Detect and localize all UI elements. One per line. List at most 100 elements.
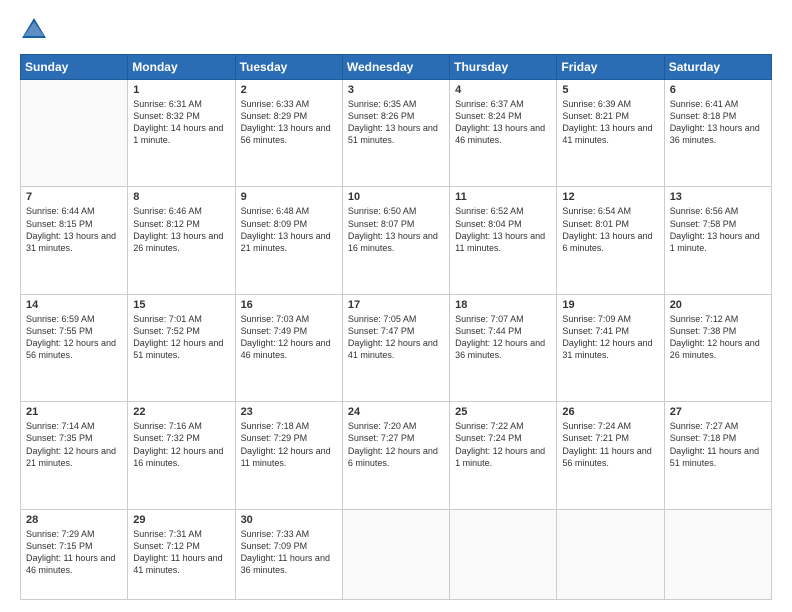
calendar-cell: 21 Sunrise: 7:14 AMSunset: 7:35 PMDayligh… xyxy=(21,402,128,509)
cell-info: Sunrise: 6:35 AMSunset: 8:26 PMDaylight:… xyxy=(348,98,444,147)
cell-info: Sunrise: 7:24 AMSunset: 7:21 PMDaylight:… xyxy=(562,420,658,469)
calendar-header-friday: Friday xyxy=(557,55,664,80)
calendar-header-sunday: Sunday xyxy=(21,55,128,80)
day-number: 27 xyxy=(670,406,766,418)
cell-info: Sunrise: 7:05 AMSunset: 7:47 PMDaylight:… xyxy=(348,313,444,362)
day-number: 20 xyxy=(670,299,766,311)
logo-icon xyxy=(20,16,48,44)
day-number: 18 xyxy=(455,299,551,311)
day-number: 26 xyxy=(562,406,658,418)
page: SundayMondayTuesdayWednesdayThursdayFrid… xyxy=(0,0,792,612)
calendar-week-3: 14 Sunrise: 6:59 AMSunset: 7:55 PMDayligh… xyxy=(21,294,772,401)
cell-info: Sunrise: 6:48 AMSunset: 8:09 PMDaylight:… xyxy=(241,205,337,254)
day-number: 3 xyxy=(348,84,444,96)
calendar-cell: 10 Sunrise: 6:50 AMSunset: 8:07 PMDayligh… xyxy=(342,187,449,294)
calendar-cell: 22Sunrise: 7:16 AMSunset: 7:32 PMDayligh… xyxy=(128,402,235,509)
day-number: 29 xyxy=(133,514,229,526)
calendar-header-row: SundayMondayTuesdayWednesdayThursdayFrid… xyxy=(21,55,772,80)
cell-info: Sunrise: 7:12 AMSunset: 7:38 PMDaylight:… xyxy=(670,313,766,362)
calendar-cell: 5 Sunrise: 6:39 AMSunset: 8:21 PMDaylight… xyxy=(557,80,664,187)
calendar-cell: 4 Sunrise: 6:37 AMSunset: 8:24 PMDaylight… xyxy=(450,80,557,187)
calendar-cell xyxy=(342,509,449,599)
calendar-header-wednesday: Wednesday xyxy=(342,55,449,80)
day-number: 6 xyxy=(670,84,766,96)
cell-info: Sunrise: 7:14 AMSunset: 7:35 PMDaylight:… xyxy=(26,420,122,469)
cell-info: Sunrise: 7:07 AMSunset: 7:44 PMDaylight:… xyxy=(455,313,551,362)
cell-info: Sunrise: 7:33 AMSunset: 7:09 PMDaylight:… xyxy=(241,528,337,577)
calendar-cell: 16 Sunrise: 7:03 AMSunset: 7:49 PMDayligh… xyxy=(235,294,342,401)
calendar-cell: 24 Sunrise: 7:20 AMSunset: 7:27 PMDayligh… xyxy=(342,402,449,509)
cell-info: Sunrise: 7:16 AMSunset: 7:32 PMDaylight:… xyxy=(133,420,229,469)
day-number: 2 xyxy=(241,84,337,96)
calendar-week-4: 21 Sunrise: 7:14 AMSunset: 7:35 PMDayligh… xyxy=(21,402,772,509)
day-number: 8 xyxy=(133,191,229,203)
calendar-cell: 13 Sunrise: 6:56 AMSunset: 7:58 PMDayligh… xyxy=(664,187,771,294)
calendar-cell xyxy=(450,509,557,599)
calendar-week-5: 28 Sunrise: 7:29 AMSunset: 7:15 PMDayligh… xyxy=(21,509,772,599)
calendar-header-tuesday: Tuesday xyxy=(235,55,342,80)
calendar-cell: 11 Sunrise: 6:52 AMSunset: 8:04 PMDayligh… xyxy=(450,187,557,294)
day-number: 16 xyxy=(241,299,337,311)
cell-info: Sunrise: 6:33 AMSunset: 8:29 PMDaylight:… xyxy=(241,98,337,147)
day-number: 5 xyxy=(562,84,658,96)
day-number: 28 xyxy=(26,514,122,526)
calendar-cell: 28 Sunrise: 7:29 AMSunset: 7:15 PMDayligh… xyxy=(21,509,128,599)
calendar-cell: 1Sunrise: 6:31 AMSunset: 8:32 PMDaylight… xyxy=(128,80,235,187)
day-number: 9 xyxy=(241,191,337,203)
day-number: 10 xyxy=(348,191,444,203)
day-number: 13 xyxy=(670,191,766,203)
day-number: 12 xyxy=(562,191,658,203)
cell-info: Sunrise: 6:37 AMSunset: 8:24 PMDaylight:… xyxy=(455,98,551,147)
cell-info: Sunrise: 6:50 AMSunset: 8:07 PMDaylight:… xyxy=(348,205,444,254)
cell-info: Sunrise: 7:31 AMSunset: 7:12 PMDaylight:… xyxy=(133,528,229,577)
calendar-cell: 14 Sunrise: 6:59 AMSunset: 7:55 PMDayligh… xyxy=(21,294,128,401)
cell-info: Sunrise: 7:09 AMSunset: 7:41 PMDaylight:… xyxy=(562,313,658,362)
logo xyxy=(20,16,52,44)
day-number: 7 xyxy=(26,191,122,203)
cell-info: Sunrise: 7:22 AMSunset: 7:24 PMDaylight:… xyxy=(455,420,551,469)
calendar-cell: 26 Sunrise: 7:24 AMSunset: 7:21 PMDayligh… xyxy=(557,402,664,509)
cell-info: Sunrise: 6:44 AMSunset: 8:15 PMDaylight:… xyxy=(26,205,122,254)
calendar-cell: 20 Sunrise: 7:12 AMSunset: 7:38 PMDayligh… xyxy=(664,294,771,401)
calendar-week-1: 1Sunrise: 6:31 AMSunset: 8:32 PMDaylight… xyxy=(21,80,772,187)
cell-info: Sunrise: 7:18 AMSunset: 7:29 PMDaylight:… xyxy=(241,420,337,469)
day-number: 30 xyxy=(241,514,337,526)
day-number: 19 xyxy=(562,299,658,311)
calendar-cell: 17 Sunrise: 7:05 AMSunset: 7:47 PMDayligh… xyxy=(342,294,449,401)
calendar-cell: 7 Sunrise: 6:44 AMSunset: 8:15 PMDaylight… xyxy=(21,187,128,294)
cell-info: Sunrise: 7:29 AMSunset: 7:15 PMDaylight:… xyxy=(26,528,122,577)
day-number: 15 xyxy=(133,299,229,311)
calendar-cell: 30 Sunrise: 7:33 AMSunset: 7:09 PMDayligh… xyxy=(235,509,342,599)
cell-info: Sunrise: 6:46 AMSunset: 8:12 PMDaylight:… xyxy=(133,205,229,254)
calendar-cell: 3 Sunrise: 6:35 AMSunset: 8:26 PMDaylight… xyxy=(342,80,449,187)
cell-info: Sunrise: 7:03 AMSunset: 7:49 PMDaylight:… xyxy=(241,313,337,362)
day-number: 11 xyxy=(455,191,551,203)
calendar-cell: 8 Sunrise: 6:46 AMSunset: 8:12 PMDaylight… xyxy=(128,187,235,294)
calendar-header-thursday: Thursday xyxy=(450,55,557,80)
cell-info: Sunrise: 7:20 AMSunset: 7:27 PMDaylight:… xyxy=(348,420,444,469)
cell-info: Sunrise: 6:39 AMSunset: 8:21 PMDaylight:… xyxy=(562,98,658,147)
cell-info: Sunrise: 6:59 AMSunset: 7:55 PMDaylight:… xyxy=(26,313,122,362)
cell-info: Sunrise: 6:52 AMSunset: 8:04 PMDaylight:… xyxy=(455,205,551,254)
calendar-cell: 25 Sunrise: 7:22 AMSunset: 7:24 PMDayligh… xyxy=(450,402,557,509)
cell-info: Sunrise: 7:27 AMSunset: 7:18 PMDaylight:… xyxy=(670,420,766,469)
calendar-cell: 18 Sunrise: 7:07 AMSunset: 7:44 PMDayligh… xyxy=(450,294,557,401)
calendar-cell: 27 Sunrise: 7:27 AMSunset: 7:18 PMDayligh… xyxy=(664,402,771,509)
day-number: 24 xyxy=(348,406,444,418)
day-number: 17 xyxy=(348,299,444,311)
calendar-header-monday: Monday xyxy=(128,55,235,80)
calendar-cell: 29 Sunrise: 7:31 AMSunset: 7:12 PMDayligh… xyxy=(128,509,235,599)
calendar-cell: 6 Sunrise: 6:41 AMSunset: 8:18 PMDaylight… xyxy=(664,80,771,187)
cell-info: Sunrise: 6:56 AMSunset: 7:58 PMDaylight:… xyxy=(670,205,766,254)
day-number: 14 xyxy=(26,299,122,311)
calendar-cell xyxy=(21,80,128,187)
day-number: 25 xyxy=(455,406,551,418)
cell-info: Sunrise: 6:54 AMSunset: 8:01 PMDaylight:… xyxy=(562,205,658,254)
day-number: 4 xyxy=(455,84,551,96)
calendar-cell: 12 Sunrise: 6:54 AMSunset: 8:01 PMDayligh… xyxy=(557,187,664,294)
cell-info: Sunrise: 7:01 AMSunset: 7:52 PMDaylight:… xyxy=(133,313,229,362)
calendar-cell xyxy=(557,509,664,599)
cell-info: Sunrise: 6:41 AMSunset: 8:18 PMDaylight:… xyxy=(670,98,766,147)
day-number: 21 xyxy=(26,406,122,418)
calendar-cell: 23Sunrise: 7:18 AMSunset: 7:29 PMDayligh… xyxy=(235,402,342,509)
